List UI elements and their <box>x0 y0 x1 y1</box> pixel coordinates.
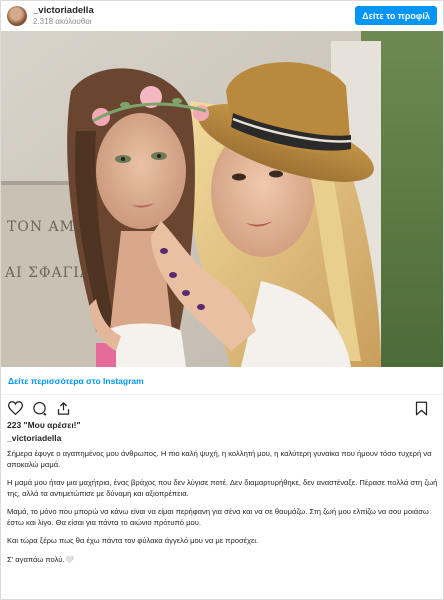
post-image: ΤΟΝ ΑΜΝΟ ΑΙ ΣΦΑΓΙΑΣΘ <box>1 31 443 367</box>
header-username[interactable]: _victoriadella <box>33 5 94 16</box>
caption-paragraph: Σ' αγαπάω πολύ.🤍 <box>7 554 74 564</box>
bookmark-icon[interactable] <box>413 400 429 416</box>
post-photo[interactable]: ΤΟΝ ΑΜΝΟ ΑΙ ΣΦΑΓΙΑΣΘ <box>1 31 443 367</box>
user-block: _victoriadella 2.318 ακόλουθοι <box>33 5 94 27</box>
caption-paragraph: Και τώρα ξέρω πως θα έχω πάντα τον φύλακ… <box>7 536 259 545</box>
heart-icon[interactable] <box>7 400 23 416</box>
view-profile-button[interactable]: Δείτε το προφίλ <box>355 6 437 25</box>
post-caption: Σήμερα έφυγε ο αγαπημένος μου άνθρωπος. … <box>7 449 439 573</box>
likes-count[interactable]: 223 "Μου αρέσει!" <box>7 420 81 430</box>
caption-paragraph: Μαμά, το μόνο που μπορώ να κάνω είναι να… <box>7 507 429 527</box>
followers-count: 2.318 ακόλουθοι <box>33 17 92 26</box>
post-header: _victoriadella 2.318 ακόλουθοι Δείτε το … <box>1 1 443 31</box>
view-more-on-instagram-link[interactable]: Δείτε περισσότερα στο Instagram <box>1 367 443 395</box>
instagram-embed: _victoriadella 2.318 ακόλουθοι Δείτε το … <box>0 0 444 600</box>
share-icon[interactable] <box>55 400 71 416</box>
caption-paragraph: Σήμερα έφυγε ο αγαπημένος μου άνθρωπος. … <box>7 449 432 469</box>
post-actions <box>1 397 443 419</box>
caption-username[interactable]: _victoriadella <box>7 433 61 443</box>
caption-paragraph: Η μαμά μου ήταν μια μαχήτρια, ένας βράχο… <box>7 478 438 498</box>
comment-icon[interactable] <box>31 400 47 416</box>
avatar[interactable] <box>7 6 27 26</box>
